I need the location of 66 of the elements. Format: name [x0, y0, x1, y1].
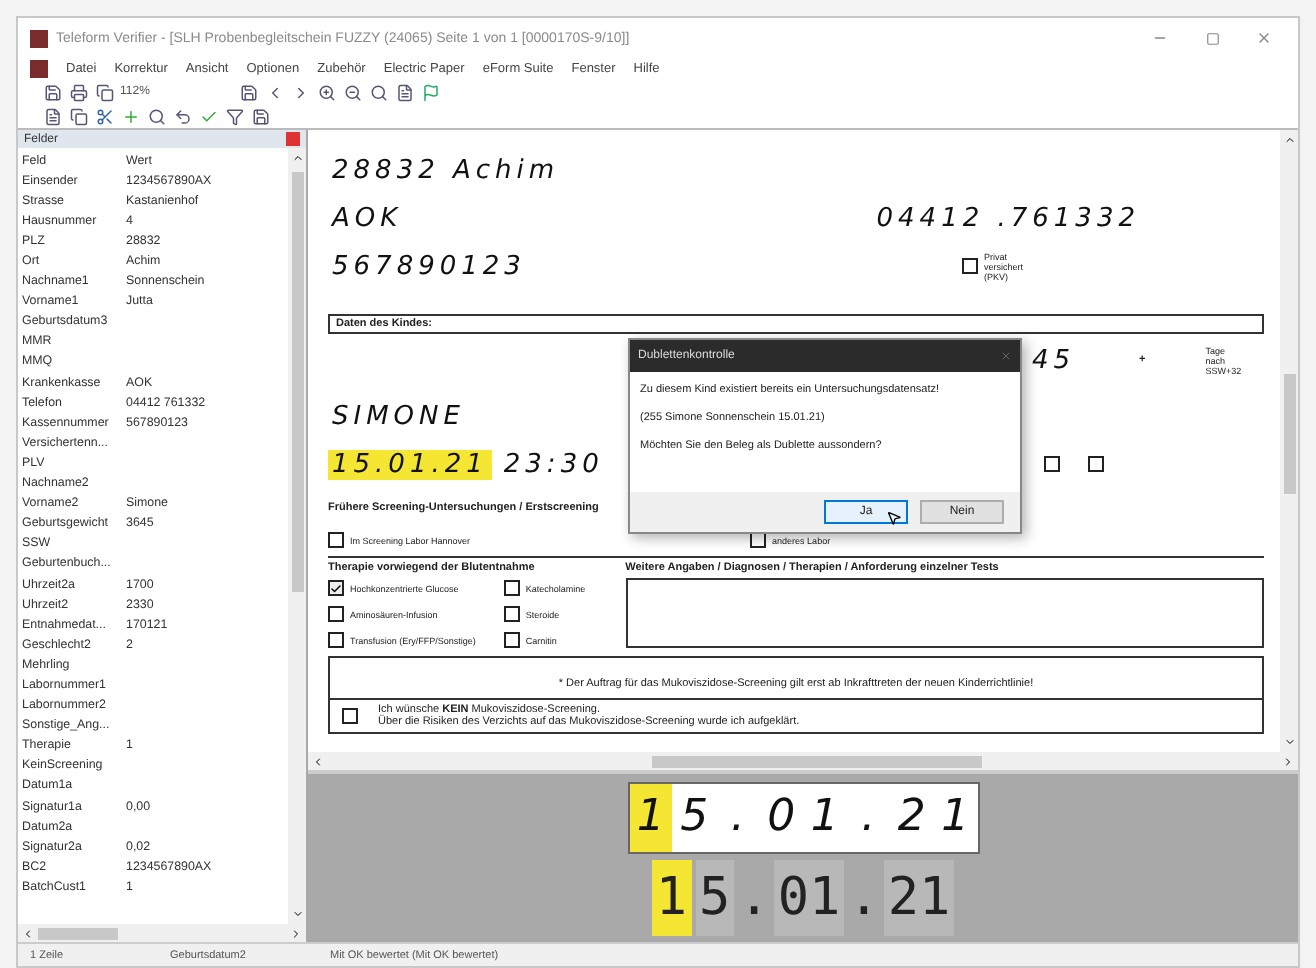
checkbox[interactable]	[328, 580, 344, 596]
filter-icon[interactable]	[224, 106, 244, 126]
search-icon[interactable]	[368, 82, 388, 102]
checkbox[interactable]	[1044, 456, 1060, 472]
handwritten-entry: 15.01.21	[328, 449, 492, 479]
check-icon[interactable]	[198, 106, 218, 126]
cursor-icon	[886, 510, 902, 526]
notes-box[interactable]	[625, 578, 1264, 648]
handwritten-entry: AOK	[329, 203, 405, 233]
flag-icon[interactable]	[420, 82, 440, 102]
zoom-in-icon[interactable]	[316, 82, 336, 102]
checkbox[interactable]	[328, 606, 344, 622]
app-icon	[30, 29, 48, 47]
handwritten-entry: 28832 Achim	[330, 155, 562, 185]
save-icon[interactable]	[42, 82, 62, 102]
chevron-right-icon[interactable]	[1282, 755, 1294, 767]
checkbox[interactable]	[328, 632, 344, 648]
close-icon[interactable]	[1000, 350, 1012, 362]
checkbox[interactable]	[962, 258, 978, 274]
chevron-left-icon[interactable]	[312, 755, 324, 767]
scissors-icon[interactable]	[94, 106, 114, 126]
checkbox[interactable]	[503, 580, 520, 596]
checkbox[interactable]	[1088, 456, 1104, 472]
handwritten-char: 0	[765, 790, 798, 846]
recognized-char[interactable]: 5	[695, 859, 735, 935]
copy-icon[interactable]	[68, 106, 88, 126]
handwritten-char: .	[728, 790, 747, 846]
recognized-separator: .	[738, 865, 770, 931]
undo-icon[interactable]	[172, 106, 192, 126]
recognized-char[interactable]: 1	[651, 859, 692, 935]
zoom-out-icon[interactable]	[342, 82, 362, 102]
checkbox[interactable]	[342, 708, 358, 724]
save-icon[interactable]	[250, 106, 270, 126]
scrollbar[interactable]	[308, 752, 1298, 770]
chevron-left-icon[interactable]	[22, 927, 34, 939]
chevron-down-icon[interactable]	[291, 908, 303, 920]
handwritten-char: 5	[678, 790, 711, 846]
chevron-right-icon[interactable]	[290, 927, 302, 939]
handwritten-char: .	[859, 790, 878, 846]
chevron-up-icon[interactable]	[1283, 134, 1295, 146]
checkbox[interactable]	[503, 632, 520, 648]
chevron-up-icon[interactable]	[291, 152, 303, 164]
maximize-icon	[1205, 31, 1219, 45]
handwritten-char: 1	[629, 783, 673, 851]
scrollbar[interactable]	[1280, 130, 1298, 752]
close-icon	[1256, 30, 1272, 46]
handwritten-char: 1	[808, 790, 841, 846]
chevron-down-icon[interactable]	[1283, 736, 1295, 748]
checkbox[interactable]	[503, 606, 520, 622]
handwritten-char: 2	[895, 790, 928, 846]
scrollbar[interactable]	[288, 148, 306, 924]
copy-icon[interactable]	[94, 82, 114, 102]
handwritten-entry: 567890123	[330, 251, 528, 281]
search-icon[interactable]	[146, 106, 166, 126]
handwritten-entry: 04412 .761332	[874, 203, 1142, 233]
checkbox[interactable]	[328, 532, 344, 548]
handwritten-char: 1	[939, 790, 972, 846]
recognized-separator: .	[848, 865, 880, 931]
handwritten-entry: 23:30	[501, 449, 606, 479]
printer-icon[interactable]	[68, 82, 88, 102]
handwritten-entry: SIMONE	[330, 401, 467, 431]
save-icon[interactable]	[238, 82, 258, 102]
recognized-char[interactable]: 21	[883, 859, 955, 935]
scrollbar[interactable]	[18, 924, 306, 942]
handwritten-entry: 45	[1030, 345, 1078, 375]
recognized-char[interactable]: 01	[773, 859, 845, 935]
